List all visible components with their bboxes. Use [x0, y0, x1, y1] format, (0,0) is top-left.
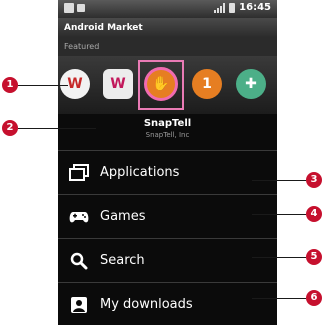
callout-marker: 6 — [306, 290, 322, 306]
search-icon — [68, 250, 90, 272]
w-app-icon[interactable]: W — [60, 69, 90, 99]
menu-item-games[interactable]: Games — [58, 194, 277, 238]
sd-card-icon — [77, 4, 85, 12]
selected-app-vendor: SnapTell, Inc — [145, 131, 190, 139]
menu-item-applications[interactable]: Applications — [58, 150, 277, 194]
callout-line — [18, 85, 68, 86]
notification-icon — [64, 3, 74, 13]
snaptell-icon[interactable]: ✋ — [144, 67, 178, 101]
callout-line — [252, 214, 306, 215]
menu-item-label: Applications — [100, 165, 180, 180]
menu-item-label: My downloads — [100, 297, 193, 312]
featured-carousel[interactable]: W W ✋ 1 ✚ — [58, 56, 277, 114]
game-pad-app-icon[interactable]: ✚ — [236, 69, 266, 99]
callout-marker: 4 — [306, 206, 322, 222]
menu-item-my-downloads[interactable]: My downloads — [58, 282, 277, 325]
callout-marker: 1 — [2, 77, 18, 93]
callout-line — [18, 128, 96, 129]
phone-screen: 16:45 Android Market Featured W W ✋ 1 ✚ … — [58, 0, 277, 325]
menu-item-label: Search — [100, 253, 145, 268]
callout-marker: 2 — [2, 120, 18, 136]
callout-line — [252, 298, 306, 299]
featured-label: Featured — [58, 38, 277, 56]
callout-marker: 3 — [306, 172, 322, 188]
signal-icon — [214, 2, 226, 13]
status-bar: 16:45 — [58, 0, 277, 18]
callout-line — [252, 257, 306, 258]
menu-item-search[interactable]: Search — [58, 238, 277, 282]
applications-icon — [68, 162, 90, 184]
app-title: Android Market — [58, 18, 277, 38]
menu-item-label: Games — [100, 209, 146, 224]
selected-app-info[interactable]: SnapTell SnapTell, Inc — [58, 114, 277, 150]
main-menu: Applications Games Search My downloads — [58, 150, 277, 325]
w-purple-app-icon[interactable]: W — [103, 69, 133, 99]
downloads-icon — [68, 294, 90, 316]
battery-icon — [229, 2, 236, 13]
callout-line — [252, 180, 306, 181]
games-icon — [68, 206, 90, 228]
one-app-icon[interactable]: 1 — [192, 69, 222, 99]
status-time: 16:45 — [239, 2, 271, 13]
callout-marker: 5 — [306, 249, 322, 265]
